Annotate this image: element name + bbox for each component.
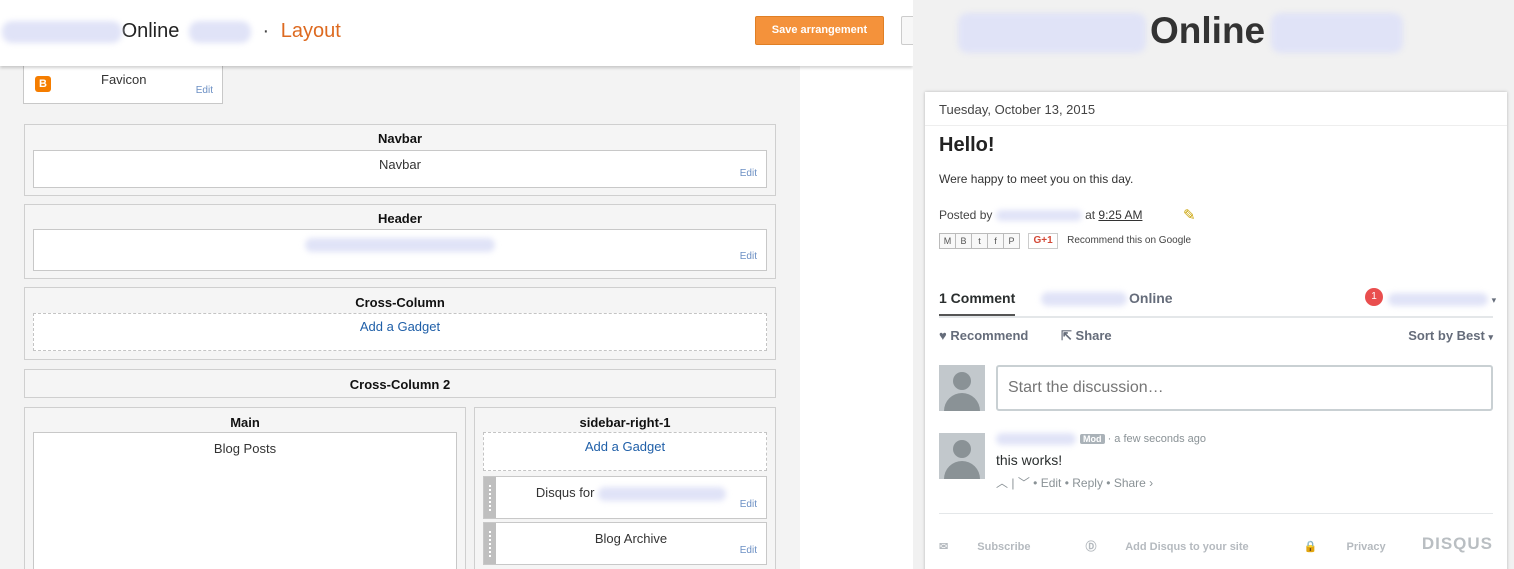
post-footer: Posted by at 9:25 AM — [939, 208, 1143, 222]
twitter-icon[interactable]: t — [971, 232, 988, 249]
post-date: Tuesday, October 13, 2015 — [939, 102, 1096, 117]
blogthis-icon[interactable]: B — [955, 232, 972, 249]
disqus-tabs: 1 Comment Online 1 ▾ — [939, 288, 1497, 318]
comment-meta: Mod · a few seconds ago — [996, 433, 1206, 446]
redacted-site-name — [598, 486, 727, 501]
disqus-footer: ✉ Subscribe Ⓓ Add Disqus to your site 🔒 … — [939, 534, 1493, 554]
layout-label: Layout — [280, 20, 341, 42]
privacy-link[interactable]: 🔒 Privacy — [1304, 541, 1412, 553]
upvote-icon[interactable]: ︿ — [996, 476, 1008, 490]
facebook-icon[interactable]: f — [987, 232, 1004, 249]
header-edit-link[interactable]: Edit — [740, 251, 757, 262]
recommend-button[interactable]: ♥ Recommend — [939, 328, 1028, 343]
save-arrangement-button[interactable]: Save arrangement — [755, 16, 884, 45]
sidebar-right-section: sidebar-right-1 Add a Gadget Disqus for … — [474, 407, 776, 569]
add-gadget-cross-column[interactable]: Add a Gadget — [33, 313, 767, 351]
user-menu[interactable]: ▾ — [1388, 291, 1497, 307]
post-body: Were happy to meet you on this day. — [939, 172, 1134, 186]
mail-icon: ✉ — [939, 541, 949, 553]
main-section: Main Blog Posts — [24, 407, 466, 569]
comment-time[interactable]: a few seconds ago — [1114, 433, 1206, 445]
redacted-blog-name — [958, 13, 1146, 54]
recommend-google-label: Recommend this on Google — [1067, 235, 1192, 247]
blog-post: Tuesday, October 13, 2015 Hello! Were ha… — [925, 92, 1507, 569]
divider — [925, 125, 1507, 126]
gplus-button[interactable]: G+1 — [1028, 232, 1058, 249]
comment-input[interactable] — [996, 365, 1493, 411]
sort-dropdown[interactable]: Sort by Best ▾ — [1408, 328, 1493, 343]
community-tab[interactable]: Online — [1041, 290, 1173, 307]
archive-edit-link[interactable]: Edit — [740, 545, 757, 556]
lock-icon: 🔒 — [1303, 541, 1318, 553]
divider — [939, 513, 1493, 514]
cross-column-2-section: Cross-Column 2 — [24, 369, 776, 398]
subscribe-link[interactable]: ✉ Subscribe — [939, 541, 1056, 553]
redacted-header-title — [305, 238, 495, 252]
redacted-blog-name — [2, 20, 122, 43]
comment-text: this works! — [996, 452, 1063, 468]
post-title[interactable]: Hello! — [939, 134, 995, 157]
comment-edit-link[interactable]: Edit — [1041, 476, 1062, 490]
header-section: Header Edit — [24, 204, 776, 279]
comment-share-link[interactable]: Share › — [1114, 476, 1153, 490]
redacted-blog-name — [1271, 13, 1404, 54]
blog-posts-gadget[interactable]: Blog Posts — [33, 432, 457, 569]
chevron-down-icon: ▾ — [1491, 295, 1497, 305]
header-gadget[interactable]: Edit — [33, 229, 767, 271]
redacted-site-name — [1041, 292, 1127, 307]
post-time-link[interactable]: 9:25 AM — [1098, 208, 1142, 222]
add-gadget-sidebar[interactable]: Add a Gadget — [483, 432, 767, 471]
downvote-icon[interactable]: ﹀ — [1018, 476, 1030, 490]
email-icon[interactable]: M — [939, 232, 956, 249]
blog-preview: Online Tuesday, October 13, 2015 Hello! … — [913, 0, 1514, 569]
layout-editor: Online · Layout Save arrangement B Favic… — [0, 0, 913, 569]
navbar-section: Navbar Navbar Edit — [24, 124, 776, 196]
drag-handle[interactable] — [484, 477, 496, 518]
preview-button[interactable] — [901, 16, 913, 45]
disqus-gadget[interactable]: Disqus for Edit — [483, 476, 767, 519]
disqus-d-icon: Ⓓ — [1085, 541, 1097, 553]
blog-archive-gadget[interactable]: Blog Archive Edit — [483, 522, 767, 565]
redacted-author — [995, 210, 1082, 222]
redacted-blog-name — [188, 20, 251, 43]
editor-header: Online · Layout Save arrangement — [0, 0, 913, 66]
pinterest-icon[interactable]: P — [1003, 232, 1020, 249]
chevron-down-icon: ▾ — [1488, 332, 1493, 342]
favicon-gadget[interactable]: B Favicon Edit — [23, 66, 223, 104]
drag-handle[interactable] — [484, 523, 496, 564]
navbar-edit-link[interactable]: Edit — [740, 168, 757, 179]
mod-badge: Mod — [1080, 434, 1105, 444]
comment-actions: ︿ | ﹀ • Edit • Reply • Share › — [996, 476, 1154, 490]
heart-icon: ♥ — [939, 328, 947, 343]
commenter-avatar[interactable] — [939, 433, 985, 479]
page-title: Online · Layout — [2, 20, 341, 43]
comment-count-tab[interactable]: 1 Comment — [939, 290, 1016, 316]
avatar — [939, 365, 985, 411]
redacted-commenter — [996, 433, 1076, 446]
layout-canvas: B Favicon Edit Navbar Navbar Edit Header… — [0, 66, 800, 569]
redacted-username — [1388, 293, 1488, 307]
disqus-edit-link[interactable]: Edit — [740, 499, 757, 510]
blogger-icon: B — [35, 76, 51, 92]
share-buttons: MBtfP G+1 Recommend this on Google — [939, 232, 1192, 249]
share-button[interactable]: ⇱ Share — [1061, 328, 1112, 344]
blog-title: Online — [958, 10, 1404, 54]
navbar-gadget[interactable]: Navbar Edit — [33, 150, 767, 188]
add-disqus-link[interactable]: Ⓓ Add Disqus to your site — [1086, 541, 1275, 553]
disqus-logo[interactable]: DISQUS — [1422, 534, 1493, 554]
favicon-edit-link[interactable]: Edit — [196, 85, 213, 96]
comment-reply-link[interactable]: Reply — [1072, 476, 1103, 490]
edit-post-pencil-icon[interactable]: ✎ — [1183, 206, 1196, 224]
share-icon: ⇱ — [1061, 328, 1072, 343]
cross-column-section: Cross-Column Add a Gadget — [24, 287, 776, 360]
notification-badge[interactable]: 1 — [1365, 288, 1383, 306]
